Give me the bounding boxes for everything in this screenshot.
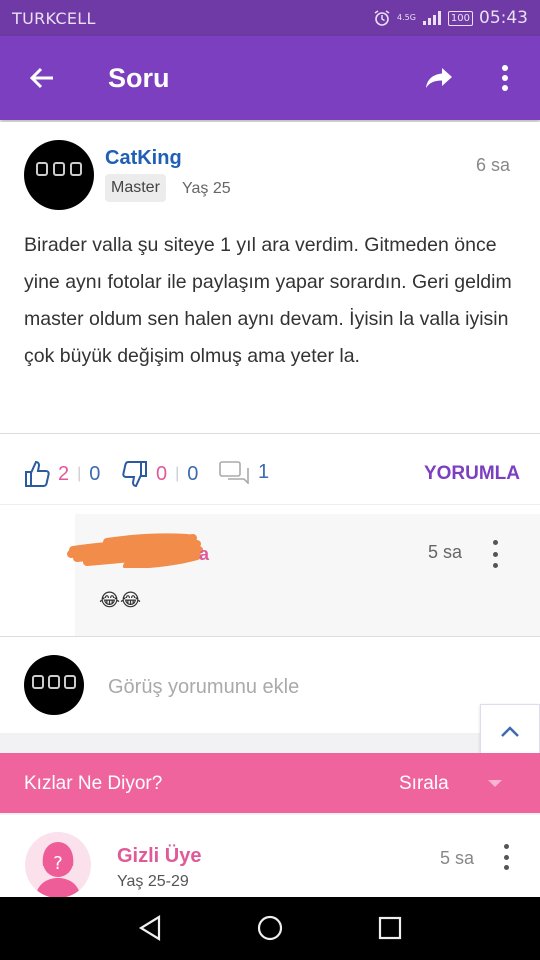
level-badge: Master xyxy=(105,174,166,202)
divider xyxy=(0,433,540,434)
share-icon xyxy=(426,68,452,88)
answer-age: Yaş 25-29 xyxy=(117,873,189,890)
answer-username[interactable]: Gizli Üye xyxy=(117,845,201,868)
nav-recents-button[interactable] xyxy=(373,911,407,945)
like-count-women: 2 xyxy=(58,462,70,485)
nav-home-button[interactable] xyxy=(253,911,287,945)
triangle-back-icon xyxy=(138,915,161,941)
reply-time: 5 sa xyxy=(427,542,462,562)
system-nav-bar xyxy=(0,897,540,960)
circle-home-icon xyxy=(257,915,283,941)
like-button[interactable]: 2 | 0 xyxy=(24,460,100,488)
square-recents-icon xyxy=(378,916,402,940)
reply-more-button[interactable] xyxy=(490,540,500,568)
dislike-count-men: 0 xyxy=(187,462,199,485)
arrow-left-icon xyxy=(29,67,53,89)
dislike-button[interactable]: 0 | 0 xyxy=(122,460,198,488)
status-icons: 4.5G 100 05:43 xyxy=(373,8,528,28)
question-card: CatKing Master Yaş 25 6 sa Birader valla… xyxy=(0,122,540,733)
comment-count: 1 xyxy=(258,460,270,483)
avatar[interactable] xyxy=(24,140,94,210)
reply-username[interactable]: a xyxy=(199,544,209,565)
battery-level: 100 xyxy=(447,10,473,26)
current-user-avatar xyxy=(24,655,84,715)
clock: 05:43 xyxy=(479,8,528,28)
post-time: 6 sa xyxy=(475,155,510,175)
more-vertical-icon xyxy=(502,65,508,91)
carrier-name: TURKCELL xyxy=(12,8,96,28)
signal-icon xyxy=(422,11,441,25)
nav-back-button[interactable] xyxy=(133,911,167,945)
share-button[interactable] xyxy=(408,36,470,120)
status-bar: TURKCELL 4.5G 100 05:43 xyxy=(0,0,540,36)
thumbs-up-icon xyxy=(25,460,50,487)
page-title: Soru xyxy=(108,62,170,93)
back-button[interactable] xyxy=(0,36,84,120)
caret-down-icon[interactable] xyxy=(488,780,502,787)
dislike-count-women: 0 xyxy=(156,462,168,485)
comment-button[interactable]: YORUMLA xyxy=(424,463,520,485)
anonymous-avatar: ? xyxy=(25,832,91,898)
user-age: Yaş 25 xyxy=(182,180,231,197)
alarm-icon xyxy=(374,10,390,26)
comments-button[interactable]: 1 xyxy=(218,460,269,484)
anonymous-user-icon: ? xyxy=(35,842,81,898)
post-text: Birader valla şu siteye 1 yıl ara verdim… xyxy=(24,234,512,367)
redacted-name-scribble xyxy=(67,533,203,568)
answer-time: 5 sa xyxy=(439,848,474,868)
section-title: Kızlar Ne Diyor? xyxy=(24,773,163,794)
scroll-top-button[interactable] xyxy=(480,704,540,760)
action-bar: 2 | 0 0 | 0 1 YORUMLA xyxy=(0,444,540,504)
thumbs-down-icon xyxy=(122,461,147,488)
section-header: Kızlar Ne Diyor? Sırala xyxy=(0,753,540,813)
app-bar: Soru xyxy=(0,36,540,120)
reply-text: 😂😂 xyxy=(99,590,142,611)
overflow-menu-button[interactable] xyxy=(470,36,540,120)
reply-item: a 5 sa 😂😂 xyxy=(67,514,540,636)
svg-text:?: ? xyxy=(53,853,63,874)
comment-input[interactable]: Görüş yorumunu ekle xyxy=(108,676,299,699)
chevron-up-icon xyxy=(501,726,519,737)
network-type: 4.5G xyxy=(396,13,416,22)
like-count-men: 0 xyxy=(89,462,101,485)
sort-dropdown[interactable]: Sırala xyxy=(399,773,449,795)
answer-item: ? Gizli Üye Yaş 25-29 5 sa xyxy=(0,815,540,898)
username-link[interactable]: CatKing xyxy=(105,147,182,170)
comment-bubble-icon xyxy=(219,461,249,484)
answer-more-button[interactable] xyxy=(501,844,511,870)
